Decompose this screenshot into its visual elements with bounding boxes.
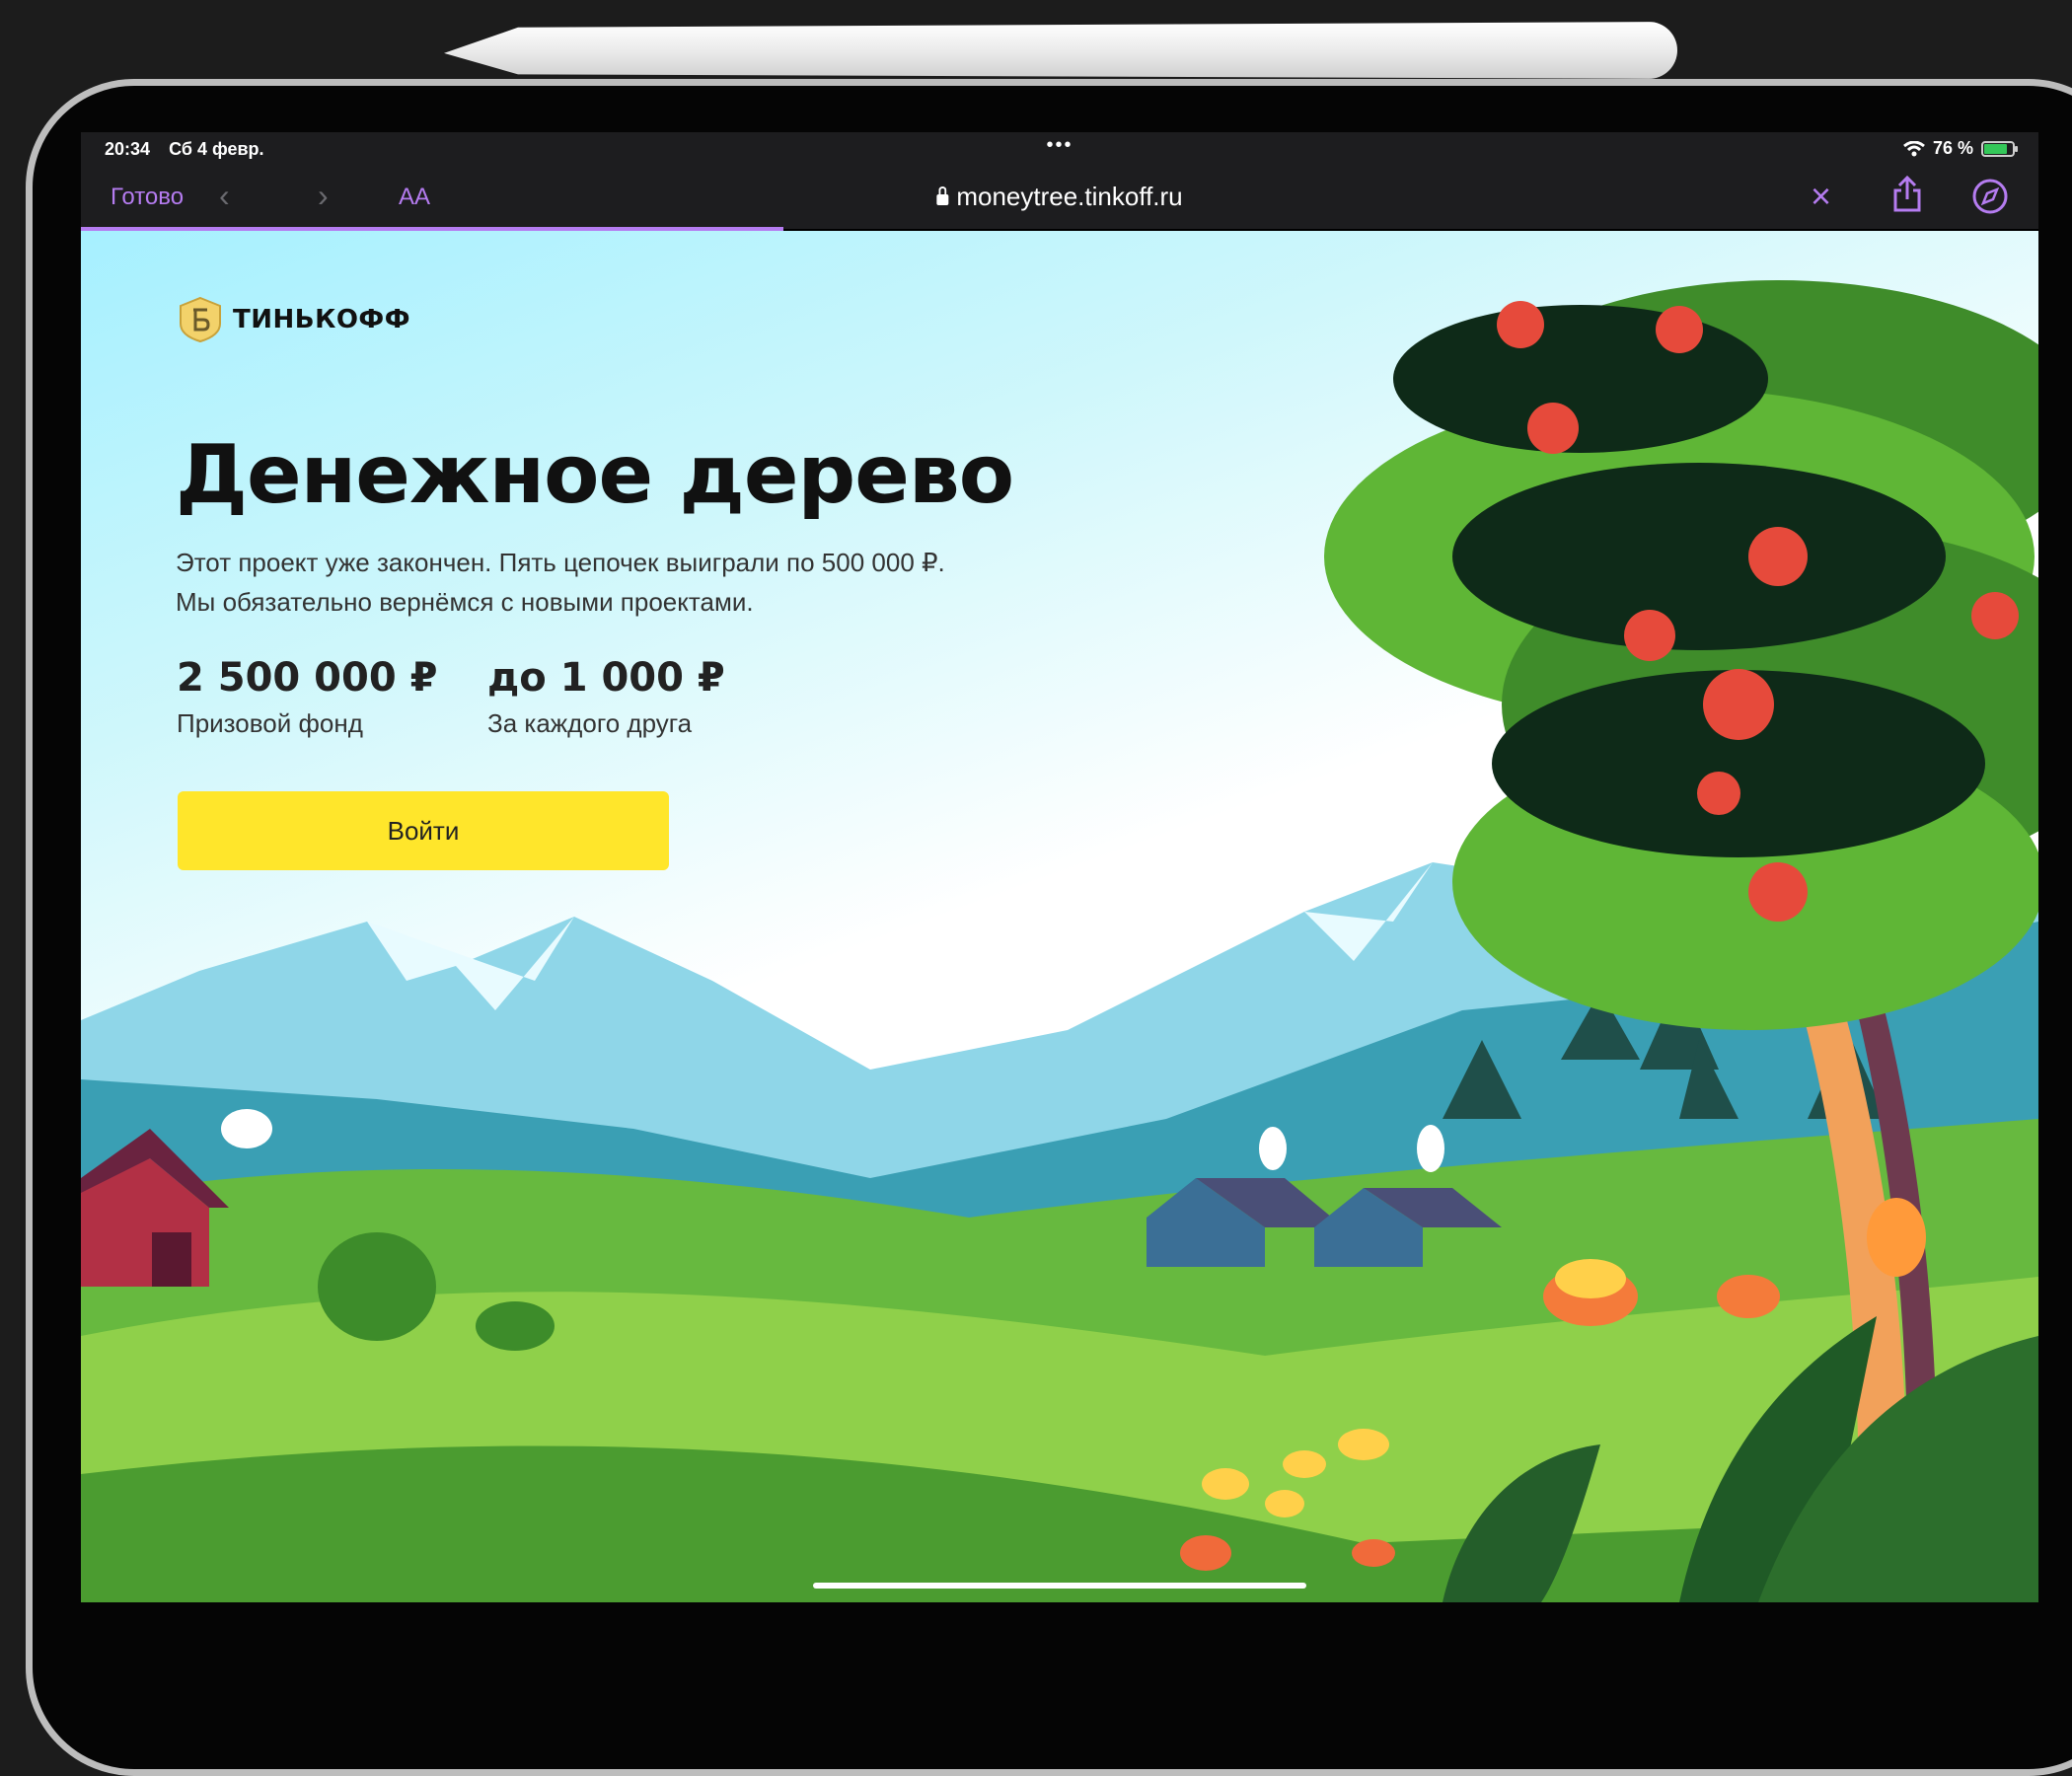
description-line-2: Мы обязательно вернёмся с новыми проекта…: [176, 587, 754, 617]
battery-icon: [1981, 140, 2018, 157]
status-bar: 20:34 Сб 4 февр. ••• 76 %: [81, 132, 2038, 166]
share-icon[interactable]: [1892, 176, 1922, 213]
stylus-pencil: [444, 22, 1677, 79]
login-button[interactable]: Войти: [178, 791, 669, 870]
stat-label: Призовой фонд: [177, 708, 363, 738]
multitasking-dots[interactable]: •••: [1046, 134, 1073, 157]
status-indicators: 76 %: [1903, 138, 2018, 159]
wifi-icon: [1903, 140, 1925, 156]
close-icon[interactable]: ×: [1811, 176, 1831, 217]
web-page: ТИНЬКОФФ Денежное дерево Этот проект уже…: [81, 231, 2038, 1602]
tinkoff-logo[interactable]: ТИНЬКОФФ: [176, 296, 410, 343]
page-title: Денежное дерево: [176, 428, 1014, 522]
home-indicator[interactable]: [813, 1583, 1306, 1589]
lock-icon: [936, 186, 949, 205]
description-line-1: Этот проект уже закончен. Пять цепочек в…: [176, 548, 945, 577]
status-date: Сб 4 февр.: [169, 139, 264, 159]
stat-label: За каждого друга: [487, 708, 693, 738]
url-text: moneytree.tinkoff.ru: [956, 182, 1183, 211]
stat-value: 2 500 000 ₽: [177, 655, 438, 701]
browser-toolbar: Готово ‹ › AA moneytree.tinkoff.ru ×: [81, 166, 2038, 229]
brand-name: ТИНЬКОФФ: [233, 305, 410, 334]
status-time-date: 20:34 Сб 4 февр.: [105, 139, 278, 160]
stat-prize-fund: 2 500 000 ₽ Призовой фонд: [177, 655, 437, 739]
chevron-left-icon[interactable]: ‹: [219, 178, 230, 214]
status-time: 20:34: [105, 139, 151, 159]
tinkoff-crest-icon: [180, 296, 221, 343]
project-description: Этот проект уже закончен. Пять цепочек в…: [176, 543, 1064, 622]
tablet-screen: 20:34 Сб 4 февр. ••• 76 % Готово ‹ › AA …: [81, 132, 2038, 1602]
address-bar[interactable]: moneytree.tinkoff.ru: [936, 182, 1183, 212]
stat-value: до 1 000 ₽: [487, 655, 725, 701]
chevron-right-icon[interactable]: ›: [318, 178, 329, 214]
compass-icon[interactable]: [1971, 178, 2009, 215]
battery-percent: 76 %: [1932, 138, 1973, 158]
text-size-button[interactable]: AA: [399, 184, 430, 211]
done-button[interactable]: Готово: [111, 184, 184, 211]
stat-per-friend: до 1 000 ₽ За каждого друга: [487, 655, 725, 739]
